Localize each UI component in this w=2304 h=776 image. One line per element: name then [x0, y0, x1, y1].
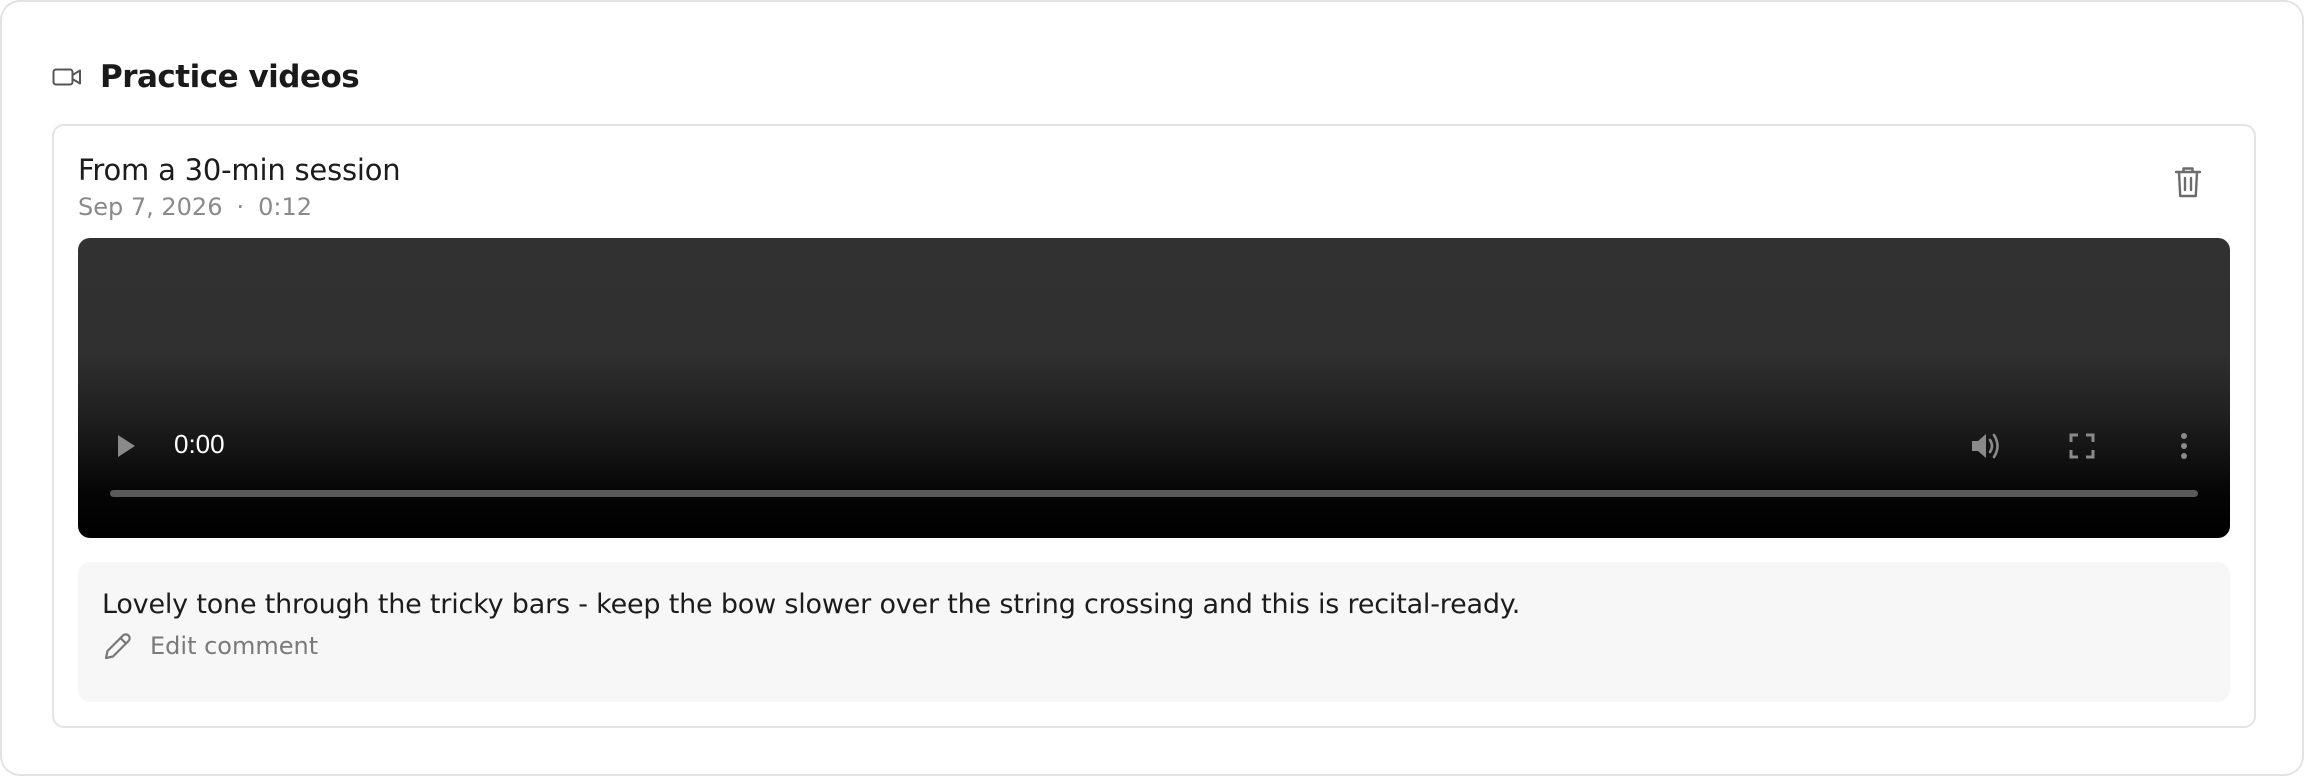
section-title: Practice videos: [100, 59, 360, 95]
comment-box: Lovely tone through the tricky bars - ke…: [78, 562, 2230, 702]
practice-videos-panel: Practice videos From a 30-min session Se…: [0, 0, 2304, 776]
mute-button[interactable]: [1970, 430, 2002, 462]
more-options-button[interactable]: [2168, 430, 2200, 462]
more-vertical-icon: [2181, 433, 2187, 459]
edit-comment-button[interactable]: Edit comment: [102, 630, 318, 662]
edit-comment-label: Edit comment: [150, 632, 319, 660]
delete-video-button[interactable]: [2170, 162, 2206, 202]
fullscreen-button[interactable]: [2066, 430, 2098, 462]
fullscreen-icon: [2069, 433, 2095, 459]
pencil-icon: [104, 633, 131, 660]
video-card: From a 30-min session Sep 7, 2026 · 0:12…: [52, 124, 2256, 728]
video-player[interactable]: 0:00: [78, 238, 2230, 538]
video-duration: 0:12: [258, 193, 313, 221]
video-title: From a 30-min session: [78, 153, 401, 187]
section-header: Practice videos: [52, 54, 360, 100]
trash-icon: [2174, 167, 2202, 198]
current-time: 0:00: [174, 429, 225, 459]
volume-icon: [1972, 433, 1999, 459]
video-progress-bar[interactable]: [110, 490, 2198, 497]
video-camera-icon: [52, 66, 82, 88]
comment-text: Lovely tone through the tricky bars - ke…: [102, 589, 1521, 620]
video-meta: Sep 7, 2026 · 0:12: [78, 193, 312, 221]
meta-separator: ·: [236, 193, 245, 221]
play-button[interactable]: [114, 434, 138, 458]
video-date: Sep 7, 2026: [78, 193, 223, 221]
play-icon: [118, 435, 135, 457]
